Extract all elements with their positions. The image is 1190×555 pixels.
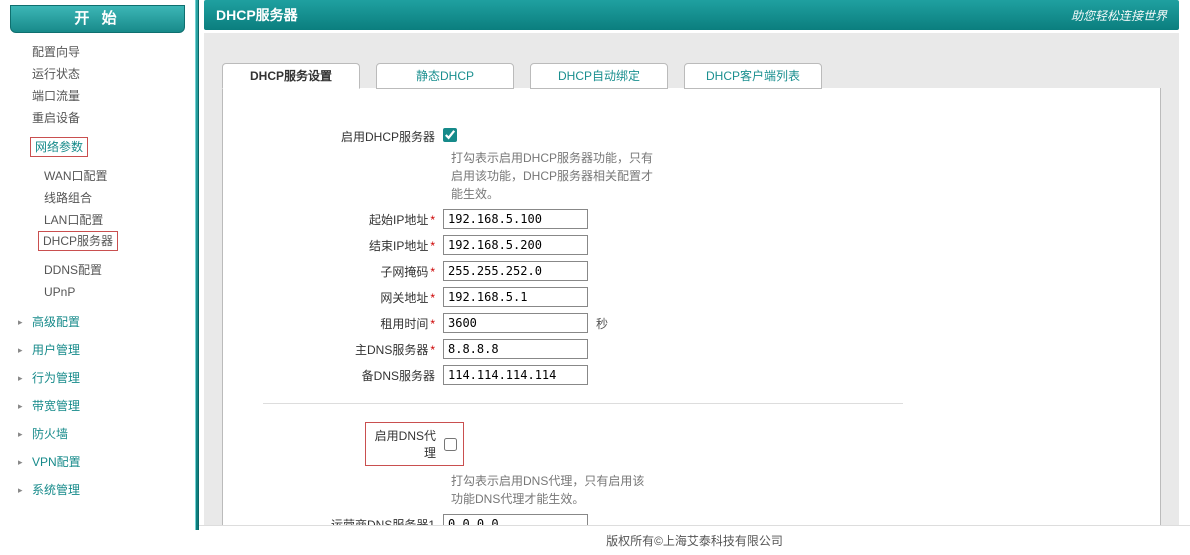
nav-item-wizard[interactable]: 配置向导	[10, 41, 195, 63]
nav-section-bandwidth[interactable]: 带宽管理	[10, 395, 195, 417]
label-mask: 子网掩码	[380, 265, 428, 279]
checkbox-dns-proxy[interactable]	[444, 438, 457, 451]
nav-menu: 配置向导 运行状态 端口流量 重启设备	[10, 41, 195, 129]
main-area: DHCP服务设置 静态DHCP DHCP自动绑定 DHCP客户端列表 启用DHC…	[204, 33, 1179, 525]
label-enable-dhcp: 启用DHCP服务器	[313, 128, 443, 145]
label-gateway: 网关地址	[380, 291, 428, 305]
page-title: DHCP服务器	[216, 5, 298, 25]
input-isp-dns1[interactable]	[443, 514, 588, 525]
nav-section-behavior[interactable]: 行为管理	[10, 367, 195, 389]
nav-section-network[interactable]: 网络参数	[30, 137, 88, 157]
nav-item-reboot[interactable]: 重启设备	[10, 107, 195, 129]
label-lease: 租用时间	[380, 317, 428, 331]
start-banner: 开 始	[10, 5, 185, 33]
input-dns2[interactable]	[443, 365, 588, 385]
header-bar: DHCP服务器 助您轻松连接世界	[204, 0, 1179, 30]
label-isp-dns1: 运营商DNS服务器1	[313, 516, 443, 526]
nav-section-advanced[interactable]: 高级配置	[10, 311, 195, 333]
tab-client-list[interactable]: DHCP客户端列表	[684, 63, 822, 89]
label-start-ip: 起始IP地址	[369, 213, 428, 227]
nav-item-status[interactable]: 运行状态	[10, 63, 195, 85]
nav-sub-wan[interactable]: WAN口配置	[10, 165, 195, 187]
checkbox-enable-dhcp[interactable]	[443, 128, 457, 142]
nav-sub-ddns[interactable]: DDNS配置	[10, 259, 195, 281]
nav-section-firewall[interactable]: 防火墙	[10, 423, 195, 445]
tab-bar: DHCP服务设置 静态DHCP DHCP自动绑定 DHCP客户端列表	[222, 63, 1161, 89]
help-dns-proxy: 打勾表示启用DNS代理，只有启用该功能DNS代理才能生效。	[313, 472, 653, 508]
label-dns2: 备DNS服务器	[313, 367, 443, 384]
nav-sub-lan[interactable]: LAN口配置	[10, 209, 195, 231]
dns-proxy-highlight: 启用DNS代理	[365, 422, 464, 466]
settings-panel: 启用DHCP服务器 打勾表示启用DHCP服务器功能，只有启用该功能，DHCP服务…	[222, 88, 1161, 525]
input-lease[interactable]	[443, 313, 588, 333]
input-dns1[interactable]	[443, 339, 588, 359]
input-gateway[interactable]	[443, 287, 588, 307]
nav-sub-dhcp[interactable]: DHCP服务器	[38, 231, 118, 251]
slogan: 助您轻松连接世界	[1071, 7, 1167, 24]
content-area: DHCP服务器 助您轻松连接世界 DHCP服务设置 静态DHCP DHCP自动绑…	[199, 0, 1190, 555]
divider	[263, 403, 903, 404]
nav-section-vpn[interactable]: VPN配置	[10, 451, 195, 473]
help-enable-dhcp: 打勾表示启用DHCP服务器功能，只有启用该功能，DHCP服务器相关配置才能生效。	[313, 149, 653, 203]
label-end-ip: 结束IP地址	[369, 239, 428, 253]
input-start-ip[interactable]	[443, 209, 588, 229]
input-mask[interactable]	[443, 261, 588, 281]
nav-section-system[interactable]: 系统管理	[10, 479, 195, 501]
nav-item-traffic[interactable]: 端口流量	[10, 85, 195, 107]
tab-auto-bind[interactable]: DHCP自动绑定	[530, 63, 668, 89]
nav-section-user[interactable]: 用户管理	[10, 339, 195, 361]
label-dns1: 主DNS服务器	[355, 343, 428, 357]
tab-static-dhcp[interactable]: 静态DHCP	[376, 63, 514, 89]
input-end-ip[interactable]	[443, 235, 588, 255]
nav-sub-upnp[interactable]: UPnP	[10, 281, 195, 303]
label-dns-proxy: 启用DNS代理	[372, 427, 444, 461]
footer-copyright: 版权所有©上海艾泰科技有限公司	[199, 525, 1190, 555]
unit-seconds: 秒	[596, 315, 608, 332]
tab-dhcp-settings[interactable]: DHCP服务设置	[222, 63, 360, 89]
sidebar: 开 始 配置向导 运行状态 端口流量 重启设备 网络参数 WAN口配置 线路组合…	[0, 0, 195, 555]
nav-sub-line[interactable]: 线路组合	[10, 187, 195, 209]
